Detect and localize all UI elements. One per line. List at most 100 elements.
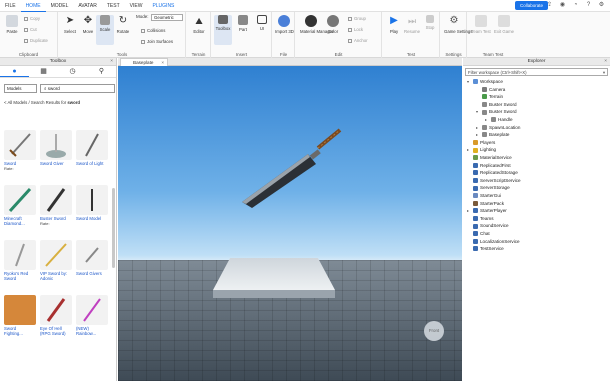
group-button[interactable]: Group: [348, 16, 366, 21]
avatar-icon[interactable]: ◉: [558, 1, 567, 10]
lock-button[interactable]: Lock: [348, 27, 363, 32]
list-item[interactable]: (NEW) Rainbow...: [76, 295, 108, 347]
toolbox-button[interactable]: Toolbox: [214, 15, 232, 45]
explorer-row[interactable]: ▸ Lighting: [467, 146, 496, 153]
explorer-row[interactable]: Terrain: [476, 93, 503, 100]
settings-icon[interactable]: ⚙: [597, 1, 606, 10]
view-cube[interactable]: Front: [424, 321, 444, 341]
explorer-row[interactable]: Camera: [476, 86, 505, 93]
ribbon-group-settings: ⚙ Game Settings Settings: [441, 12, 472, 58]
menu-tab-test[interactable]: TEST: [102, 0, 125, 12]
toolbox-label: Toolbox: [215, 26, 231, 31]
play-button[interactable]: ▶ Play: [385, 15, 403, 35]
gear-icon: ⚙: [449, 15, 459, 26]
explorer-row[interactable]: Buster Sword: [476, 101, 517, 108]
filter-input[interactable]: Filter workspace (Ctrl+Shift+X) ▾: [465, 68, 608, 76]
list-item[interactable]: Sword Givers: [76, 240, 108, 292]
notification-icon[interactable]: ◔: [571, 1, 580, 10]
exit-game-button[interactable]: Exit Game: [494, 15, 514, 35]
list-item[interactable]: Sword of Light: [76, 130, 108, 182]
category-select[interactable]: Models: [4, 84, 37, 93]
explorer-row[interactable]: ▸ SpawnLocation: [476, 124, 520, 131]
explorer-row[interactable]: ReplicatedStorage: [467, 169, 518, 176]
color-button[interactable]: Color: [324, 15, 342, 35]
instance-icon: [473, 223, 478, 229]
toolbox-title: Toolbox: [49, 59, 67, 64]
terrain-editor-button[interactable]: ⛰ Editor: [190, 15, 208, 35]
menu-tab-model[interactable]: MODEL: [46, 0, 74, 12]
team-test-icon: [475, 15, 487, 27]
list-item[interactable]: Buster Sword Rate:: [40, 185, 72, 237]
explorer-row[interactable]: Chat: [467, 230, 490, 237]
duplicate-button[interactable]: Duplicate: [24, 38, 48, 43]
explorer-row[interactable]: StarterGui: [467, 192, 501, 199]
explorer-row[interactable]: StarterPack: [467, 200, 504, 207]
tab-marketplace[interactable]: ●: [0, 66, 29, 77]
close-icon[interactable]: ×: [110, 58, 113, 66]
3d-viewport[interactable]: Front: [118, 66, 462, 381]
collisions-toggle[interactable]: Collisions: [141, 28, 165, 33]
cut-button[interactable]: Cut: [24, 27, 37, 32]
move-tool-button[interactable]: ✥ Move: [79, 15, 97, 35]
breadcrumb[interactable]: < All Models / Search Results for sword: [4, 100, 112, 105]
list-item[interactable]: Sword Giver: [40, 130, 72, 182]
explorer-row[interactable]: ▾ Buster Sword: [476, 108, 517, 115]
select-tool-button[interactable]: ➤ Select: [61, 15, 79, 35]
close-icon[interactable]: ×: [604, 58, 607, 66]
explorer-row[interactable]: LocalizationService: [467, 238, 520, 245]
explorer-row[interactable]: MaterialService: [467, 154, 512, 161]
menu-tab-home[interactable]: HOME: [20, 0, 46, 12]
paste-button[interactable]: Paste: [3, 15, 21, 35]
explorer-row[interactable]: ▸ StarterPlayer: [467, 207, 507, 214]
share-icon[interactable]: ⇪: [545, 1, 554, 10]
list-item[interactable]: Ryoko's Red Sword: [4, 240, 36, 292]
copy-button[interactable]: Copy: [24, 16, 40, 21]
help-icon[interactable]: ?: [584, 1, 593, 10]
menu-tab-view[interactable]: VIEW: [125, 0, 148, 12]
toolbox-scrollbar[interactable]: [112, 188, 115, 268]
explorer-row[interactable]: TestService: [467, 245, 504, 252]
buster-sword-model[interactable]: [238, 118, 358, 238]
explorer-row[interactable]: ServerScriptService: [467, 177, 521, 184]
mode-select[interactable]: Geometric: [151, 14, 183, 21]
ui-button[interactable]: UI: [253, 15, 271, 32]
team-test-button[interactable]: Team Test: [471, 15, 491, 35]
tab-recent[interactable]: ◷: [58, 66, 87, 77]
item-name: Sword Model: [76, 216, 102, 221]
explorer-row[interactable]: ReplicatedFirst: [467, 162, 511, 169]
menu-tab-avatar[interactable]: AVATAR: [73, 0, 102, 12]
tab-inventory[interactable]: ▦: [29, 66, 58, 77]
list-item[interactable]: Sword Fighting...: [4, 295, 36, 347]
scale-tool-button[interactable]: Scale: [96, 15, 114, 45]
tab-baseplate[interactable]: Baseplate ×: [120, 58, 168, 66]
explorer-row[interactable]: Players: [467, 139, 495, 146]
search-input[interactable]: ⌕ sword: [40, 84, 115, 93]
material-manager-button[interactable]: Material Manager: [300, 15, 333, 35]
explorer-row[interactable]: ▸ Handle: [485, 116, 513, 123]
explorer-row[interactable]: ▸ Baseplate: [476, 131, 509, 138]
import-3d-button[interactable]: Import 3D: [275, 15, 294, 35]
list-item[interactable]: Minecraft Diamond...: [4, 185, 36, 237]
part-button[interactable]: Part: [234, 15, 252, 33]
rotate-tool-button[interactable]: ↻ Rotate: [114, 15, 132, 35]
breadcrumb-prefix: < All Models / Search Results for: [4, 100, 68, 105]
explorer-row[interactable]: Teams: [467, 215, 494, 222]
stop-button[interactable]: Stop: [421, 15, 439, 31]
list-item[interactable]: VIP Sword by: Adonic: [40, 240, 72, 292]
menu-file[interactable]: FILE: [0, 0, 21, 12]
anchor-button[interactable]: Anchor: [348, 38, 368, 43]
list-item[interactable]: Eye Of Hell (RPG Sword): [40, 295, 72, 347]
explorer-row[interactable]: ServerStorage: [467, 184, 510, 191]
chevron-down-icon[interactable]: ▾: [603, 69, 605, 76]
menu-tab-plugins[interactable]: PLUGINS: [147, 0, 179, 12]
collaborate-button[interactable]: Collaborate: [514, 1, 548, 10]
explorer-row[interactable]: ▾ Workspace: [467, 78, 503, 85]
explorer-row[interactable]: SoundService: [467, 222, 509, 229]
item-rating: Rate:: [4, 166, 14, 171]
list-item[interactable]: Sword Rate:: [4, 130, 36, 182]
join-surfaces-toggle[interactable]: Join Surfaces: [141, 39, 173, 44]
resume-button[interactable]: ⏭ Resume: [403, 15, 421, 35]
list-item[interactable]: Sword Model: [76, 185, 108, 237]
game-settings-button[interactable]: ⚙ Game Settings: [444, 15, 472, 35]
tab-creations[interactable]: ⚲: [87, 66, 116, 77]
